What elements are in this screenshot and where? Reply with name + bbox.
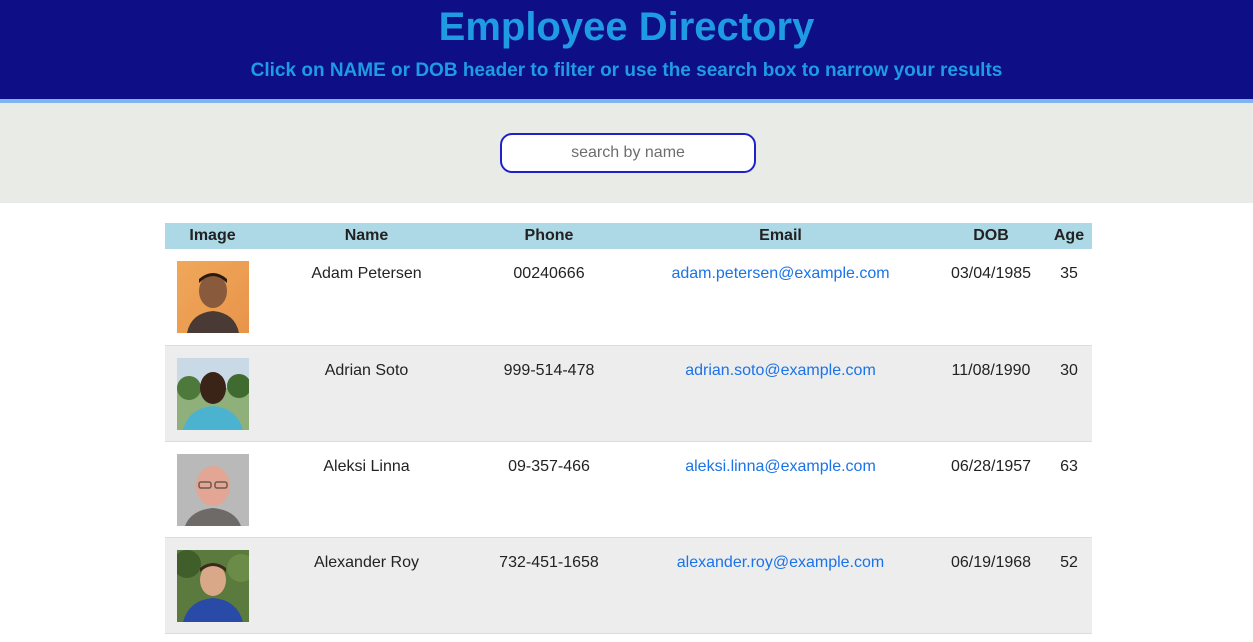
table-row: Alexander Roy 732-451-1658 alexander.roy… — [165, 537, 1092, 634]
employee-avatar-image — [177, 357, 249, 430]
table-row: Adam Petersen 00240666 adam.petersen@exa… — [165, 249, 1092, 346]
employee-dob: 06/19/1968 — [936, 537, 1046, 634]
employee-email-link[interactable]: alexander.roy@example.com — [677, 554, 884, 571]
column-header-email: Email — [625, 223, 936, 249]
employee-email-link[interactable]: adam.petersen@example.com — [671, 265, 889, 282]
employee-age: 63 — [1046, 441, 1092, 538]
page-title: Employee Directory — [438, 5, 815, 49]
employee-name: Alexander Roy — [260, 537, 473, 634]
employee-age: 35 — [1046, 249, 1092, 346]
employee-phone: 732-451-1658 — [473, 537, 625, 634]
page-subtitle: Click on NAME or DOB header to filter or… — [250, 60, 1003, 81]
employee-age: 30 — [1046, 345, 1092, 442]
search-bar-section — [0, 103, 1253, 203]
column-header-image: Image — [165, 223, 260, 249]
employee-dob: 03/04/1985 — [936, 249, 1046, 346]
employee-name: Adam Petersen — [260, 249, 473, 346]
employee-avatar-image — [177, 453, 249, 526]
employee-email-link[interactable]: aleksi.linna@example.com — [685, 458, 876, 475]
employee-name: Aleksi Linna — [260, 441, 473, 538]
employee-age: 52 — [1046, 537, 1092, 634]
employee-table: Image Name Phone Email DOB Age Adam Pete… — [165, 223, 1092, 634]
page-header: Employee Directory Click on NAME or DOB … — [0, 0, 1253, 103]
column-header-age: Age — [1046, 223, 1092, 249]
column-header-name[interactable]: Name — [260, 223, 473, 249]
table-row: Adrian Soto 999-514-478 adrian.soto@exam… — [165, 345, 1092, 442]
employee-phone: 999-514-478 — [473, 345, 625, 442]
employee-email-link[interactable]: adrian.soto@example.com — [685, 362, 876, 379]
table-row: Aleksi Linna 09-357-466 aleksi.linna@exa… — [165, 441, 1092, 538]
column-header-dob[interactable]: DOB — [936, 223, 1046, 249]
employee-dob: 11/08/1990 — [936, 345, 1046, 442]
search-input[interactable] — [500, 133, 756, 173]
employee-name: Adrian Soto — [260, 345, 473, 442]
employee-phone: 00240666 — [473, 249, 625, 346]
employee-phone: 09-357-466 — [473, 441, 625, 538]
table-header-row: Image Name Phone Email DOB Age — [165, 223, 1092, 249]
employee-dob: 06/28/1957 — [936, 441, 1046, 538]
column-header-phone: Phone — [473, 223, 625, 249]
employee-avatar-image — [177, 261, 249, 333]
employee-avatar-image — [177, 549, 249, 622]
